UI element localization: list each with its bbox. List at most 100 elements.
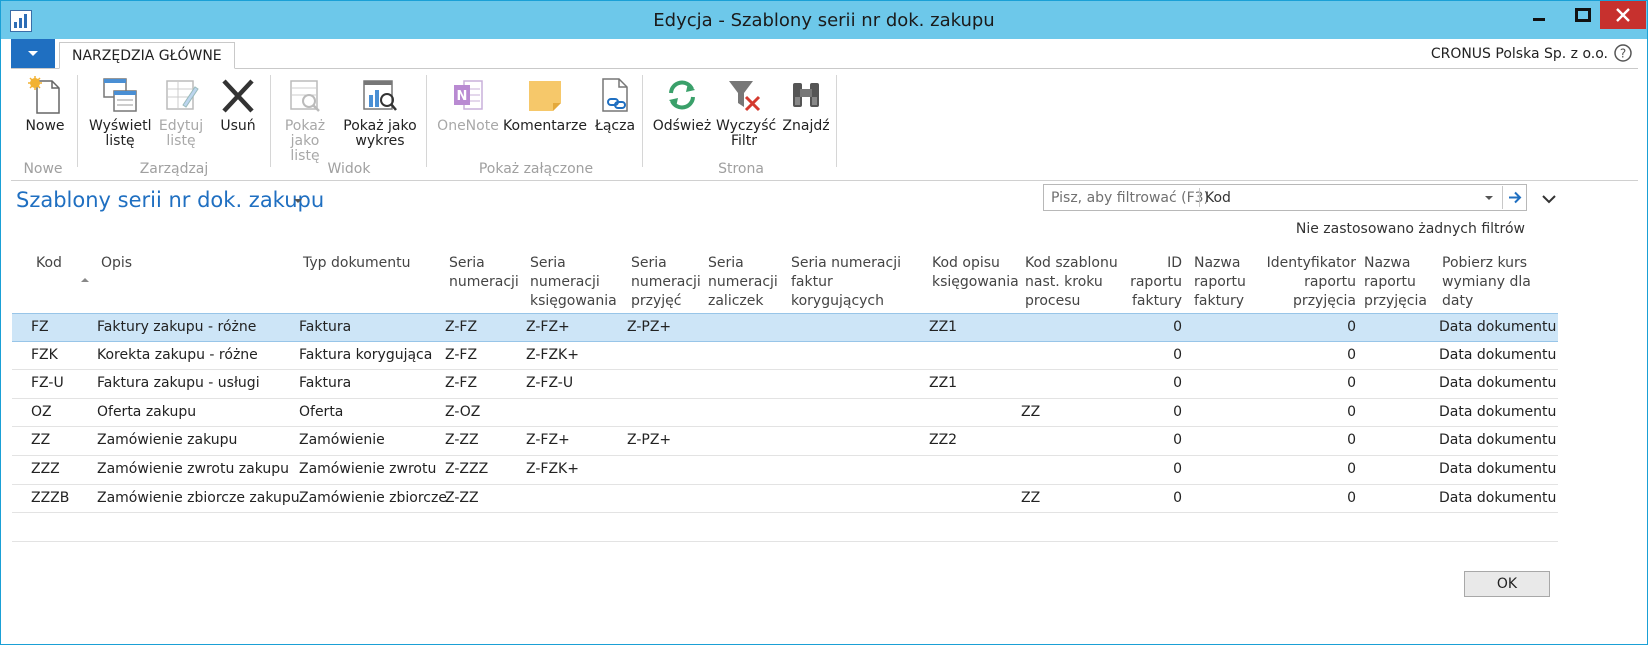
cell-posting-series[interactable]: Z-FZ+: [526, 432, 626, 448]
cell-receipt-report-id[interactable]: 0: [1262, 375, 1356, 391]
new-button[interactable]: Nowe: [23, 73, 67, 134]
close-button[interactable]: [1600, 1, 1646, 29]
edit-list-button[interactable]: Edytuj listę: [153, 73, 209, 149]
cell-opis[interactable]: Zamówienie zbiorcze zakupu: [97, 490, 300, 506]
cell-exchange-rate-date[interactable]: Data dokumentu: [1439, 461, 1559, 477]
find-button[interactable]: Znajdź: [778, 73, 834, 134]
collapse-chevron-icon[interactable]: [1541, 193, 1557, 205]
filter-field-select[interactable]: Kod: [1205, 190, 1231, 206]
cell-exchange-rate-date[interactable]: Data dokumentu: [1439, 347, 1559, 363]
clear-filter-button[interactable]: Wyczyść Filtr: [714, 73, 776, 149]
dropdown-arrow-icon[interactable]: [1482, 191, 1496, 205]
table-row[interactable]: OZ Oferta zakupu Oferta Z-OZ ZZ 0 0 Data dokume…: [12, 399, 1558, 428]
cell-invoice-report-id[interactable]: 0: [1130, 319, 1182, 335]
cell-receipt-series[interactable]: Z-PZ+: [627, 432, 703, 448]
table-row[interactable]: FZ Faktury zakupu - różne Faktura Z-FZ Z-FZ+…: [12, 313, 1558, 342]
cell-posting-description[interactable]: ZZ1: [929, 375, 1019, 391]
cell-no-series[interactable]: Z-OZ: [445, 404, 525, 420]
delete-button[interactable]: Usuń: [213, 73, 263, 134]
column-header-kod[interactable]: Kod: [36, 254, 96, 273]
cell-kod[interactable]: FZ: [31, 319, 93, 335]
cell-document-type[interactable]: Zamówienie zbiorcze: [299, 490, 447, 506]
cell-receipt-report-id[interactable]: 0: [1262, 461, 1356, 477]
table-row[interactable]: ZZZ Zamówienie zwrotu zakupu Zamówienie zw…: [12, 456, 1558, 485]
cell-posting-series[interactable]: Z-FZ+: [526, 319, 626, 335]
cell-next-step-template[interactable]: ZZ: [1021, 490, 1121, 506]
cell-document-type[interactable]: Zamówienie zwrotu: [299, 461, 445, 477]
column-header-invoice-report-name[interactable]: Nazwa raportu faktury: [1194, 254, 1264, 311]
cell-posting-series[interactable]: Z-FZK+: [526, 347, 626, 363]
cell-opis[interactable]: Oferta zakupu: [97, 404, 297, 420]
cell-posting-series[interactable]: Z-FZ-U: [526, 375, 626, 391]
show-as-list-button[interactable]: Pokaż jako listę: [274, 73, 336, 164]
minimize-button[interactable]: [1513, 1, 1565, 29]
company-name[interactable]: CRONUS Polska Sp. z o.o.: [1431, 46, 1608, 62]
links-button[interactable]: Łącza: [590, 73, 640, 134]
cell-kod[interactable]: ZZ: [31, 432, 93, 448]
cell-opis[interactable]: Zamówienie zwrotu zakupu: [97, 461, 297, 477]
cell-document-type[interactable]: Faktura: [299, 319, 445, 335]
cell-kod[interactable]: FZ-U: [31, 375, 93, 391]
cell-document-type[interactable]: Faktura: [299, 375, 445, 391]
cell-kod[interactable]: FZK: [31, 347, 93, 363]
cell-receipt-report-id[interactable]: 0: [1262, 432, 1356, 448]
column-header-posting-series[interactable]: Seria numeracji księgowania: [530, 254, 618, 311]
view-list-button[interactable]: Wyświetl listę: [85, 73, 155, 149]
cell-no-series[interactable]: Z-FZ: [445, 319, 525, 335]
cell-posting-series[interactable]: Z-FZK+: [526, 461, 626, 477]
cell-exchange-rate-date[interactable]: Data dokumentu: [1439, 404, 1559, 420]
cell-opis[interactable]: Zamówienie zakupu: [97, 432, 297, 448]
cell-invoice-report-id[interactable]: 0: [1130, 404, 1182, 420]
column-header-opis[interactable]: Opis: [101, 254, 281, 273]
cell-document-type[interactable]: Zamówienie: [299, 432, 445, 448]
help-icon[interactable]: ?: [1614, 44, 1632, 62]
refresh-button[interactable]: Odśwież: [652, 73, 712, 134]
column-header-receipt-report-id[interactable]: Identyfikator raportu przyjęcia: [1262, 254, 1356, 311]
cell-posting-description[interactable]: ZZ2: [929, 432, 1019, 448]
caret-down-icon[interactable]: [293, 198, 303, 206]
cell-no-series[interactable]: Z-FZ: [445, 375, 525, 391]
onenote-button[interactable]: N OneNote: [436, 73, 500, 134]
app-menu-button[interactable]: [11, 39, 55, 68]
cell-invoice-report-id[interactable]: 0: [1130, 490, 1182, 506]
column-header-posting-description[interactable]: Kod opisu księgowania: [932, 254, 1022, 292]
cell-kod[interactable]: ZZZB: [31, 490, 93, 506]
cell-exchange-rate-date[interactable]: Data dokumentu: [1439, 375, 1559, 391]
cell-kod[interactable]: ZZZ: [31, 461, 93, 477]
column-header-receipt-series[interactable]: Seria numeracji przyjęć: [631, 254, 705, 311]
cell-exchange-rate-date[interactable]: Data dokumentu: [1439, 319, 1559, 335]
cell-no-series[interactable]: Z-FZ: [445, 347, 525, 363]
cell-exchange-rate-date[interactable]: Data dokumentu: [1439, 432, 1559, 448]
column-header-prepayment-series[interactable]: Seria numeracji zaliczek: [708, 254, 786, 311]
column-header-document-type[interactable]: Typ dokumentu: [303, 254, 433, 273]
column-header-no-series[interactable]: Seria numeracji: [449, 254, 519, 292]
ok-button[interactable]: OK: [1464, 571, 1550, 597]
tab-home[interactable]: NARZĘDZIA GŁÓWNE: [59, 42, 235, 69]
table-row[interactable]: ZZZB Zamówienie zbiorcze zakupu Zamówienie…: [12, 485, 1558, 514]
cell-receipt-report-id[interactable]: 0: [1262, 347, 1356, 363]
comments-button[interactable]: Komentarze: [503, 73, 587, 134]
cell-receipt-report-id[interactable]: 0: [1262, 490, 1356, 506]
cell-no-series[interactable]: Z-ZZ: [445, 432, 525, 448]
cell-receipt-report-id[interactable]: 0: [1262, 319, 1356, 335]
column-header-receipt-report-name[interactable]: Nazwa raportu przyjęcia: [1364, 254, 1434, 311]
table-row[interactable]: FZK Korekta zakupu - różne Faktura koryguj…: [12, 342, 1558, 371]
cell-invoice-report-id[interactable]: 0: [1130, 347, 1182, 363]
cell-invoice-report-id[interactable]: 0: [1130, 432, 1182, 448]
cell-next-step-template[interactable]: ZZ: [1021, 404, 1121, 420]
page-title[interactable]: Szablony serii nr dok. zakupu: [16, 188, 324, 212]
cell-exchange-rate-date[interactable]: Data dokumentu: [1439, 490, 1559, 506]
cell-receipt-report-id[interactable]: 0: [1262, 404, 1356, 420]
cell-invoice-report-id[interactable]: 0: [1130, 461, 1182, 477]
filter-input[interactable]: Pisz, aby filtrować (F3): [1051, 190, 1209, 206]
cell-document-type[interactable]: Oferta: [299, 404, 445, 420]
column-header-invoice-report-id[interactable]: ID raportu faktury: [1130, 254, 1182, 311]
cell-receipt-series[interactable]: Z-PZ+: [627, 319, 703, 335]
cell-opis[interactable]: Faktury zakupu - różne: [97, 319, 297, 335]
empty-new-row[interactable]: [12, 513, 1558, 542]
show-as-chart-button[interactable]: Pokaż jako wykres: [340, 73, 420, 149]
cell-invoice-report-id[interactable]: 0: [1130, 375, 1182, 391]
column-header-exchange-rate-date[interactable]: Pobierz kurs wymiany dla daty: [1442, 254, 1552, 311]
apply-filter-button[interactable]: [1502, 186, 1526, 209]
cell-no-series[interactable]: Z-ZZZ: [445, 461, 525, 477]
